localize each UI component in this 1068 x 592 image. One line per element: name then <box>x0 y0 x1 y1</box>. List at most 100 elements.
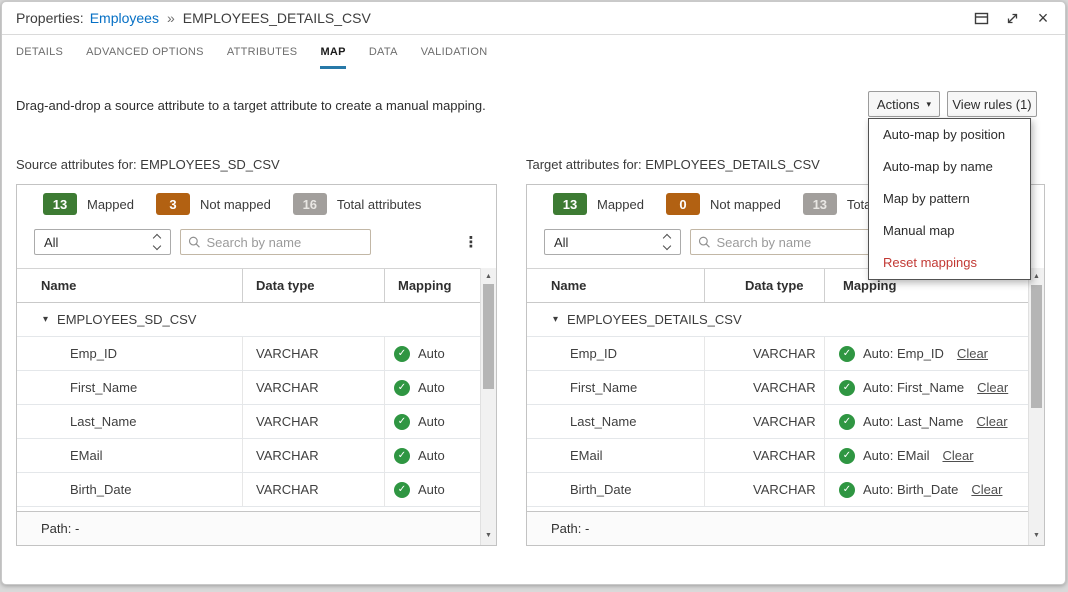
attribute-mapping: ✓ Auto <box>385 473 480 506</box>
table-row[interactable]: Emp_ID VARCHAR ✓ Auto: Emp_ID Clear <box>527 337 1028 371</box>
menu-item-automap-by-position[interactable]: Auto-map by position <box>869 119 1030 151</box>
attribute-data-type: VARCHAR <box>705 473 825 506</box>
vertical-scrollbar[interactable]: ▲ ▼ <box>480 268 496 545</box>
column-header-data-type[interactable]: Data type <box>705 269 825 302</box>
tab-map[interactable]: MAP <box>320 46 345 69</box>
filter-select[interactable]: All <box>544 229 681 255</box>
collapse-caret-icon[interactable]: ▾ <box>553 314 558 325</box>
table-row[interactable]: Emp_ID VARCHAR ✓ Auto <box>17 337 480 371</box>
search-icon <box>698 235 711 249</box>
menu-item-automap-by-name[interactable]: Auto-map by name <box>869 151 1030 183</box>
attribute-mapping: ✓ Auto: First_Name Clear <box>825 371 1028 404</box>
total-count-badge: 16 <box>293 193 327 215</box>
mapped-check-icon: ✓ <box>839 482 855 498</box>
table-row[interactable]: EMail VARCHAR ✓ Auto: EMail Clear <box>527 439 1028 473</box>
breadcrumb-separator: » <box>165 10 177 26</box>
mapped-check-icon: ✓ <box>839 448 855 464</box>
vertical-scrollbar[interactable]: ▲ ▼ <box>1028 268 1044 545</box>
attribute-data-type: VARCHAR <box>243 337 385 370</box>
attribute-mapping: ✓ Auto <box>385 439 480 472</box>
attribute-data-type: VARCHAR <box>705 337 825 370</box>
table-header: Name Data type Mapping <box>17 269 480 303</box>
maximize-icon[interactable] <box>1004 10 1020 26</box>
source-filter-row: All ⋮ <box>34 229 484 255</box>
clear-mapping-link[interactable]: Clear <box>977 380 1008 395</box>
view-rules-button[interactable]: View rules (1) <box>947 91 1037 117</box>
tab-bar: DETAILS ADVANCED OPTIONS ATTRIBUTES MAP … <box>2 35 1065 69</box>
attribute-name: Last_Name <box>527 405 705 438</box>
table-row[interactable]: EMail VARCHAR ✓ Auto <box>17 439 480 473</box>
scroll-down-icon[interactable]: ▼ <box>481 532 496 539</box>
search-box <box>180 229 371 255</box>
clear-mapping-link[interactable]: Clear <box>957 346 988 361</box>
actions-button[interactable]: Actions ▾ <box>868 91 940 117</box>
attribute-data-type: VARCHAR <box>243 439 385 472</box>
attribute-name: Last_Name <box>17 405 243 438</box>
table-row[interactable]: First_Name VARCHAR ✓ Auto: First_Name Cl… <box>527 371 1028 405</box>
table-row[interactable]: Birth_Date VARCHAR ✓ Auto <box>17 473 480 507</box>
column-header-name[interactable]: Name <box>17 269 243 302</box>
table-row[interactable]: Birth_Date VARCHAR ✓ Auto: Birth_Date Cl… <box>527 473 1028 507</box>
tab-attributes[interactable]: ATTRIBUTES <box>227 46 298 69</box>
clear-mapping-link[interactable]: Clear <box>976 414 1007 429</box>
dock-pane-icon[interactable] <box>973 10 989 26</box>
kebab-menu-icon[interactable]: ⋮ <box>460 229 482 255</box>
clear-mapping-link[interactable]: Clear <box>942 448 973 463</box>
total-count-badge: 13 <box>803 193 837 215</box>
filter-select[interactable]: All <box>34 229 171 255</box>
close-icon[interactable]: × <box>1035 10 1051 26</box>
tab-validation[interactable]: VALIDATION <box>421 46 488 69</box>
scrollbar-thumb[interactable] <box>1031 285 1042 408</box>
search-input[interactable] <box>717 235 873 250</box>
title-bar: Properties: Employees » EMPLOYEES_DETAIL… <box>2 2 1065 35</box>
tab-advanced-options[interactable]: ADVANCED OPTIONS <box>86 46 204 69</box>
attribute-name: Birth_Date <box>527 473 705 506</box>
menu-item-reset-mappings[interactable]: Reset mappings <box>869 247 1030 279</box>
table-row[interactable]: First_Name VARCHAR ✓ Auto <box>17 371 480 405</box>
menu-item-map-by-pattern[interactable]: Map by pattern <box>869 183 1030 215</box>
attribute-name: First_Name <box>17 371 243 404</box>
attribute-mapping: ✓ Auto: EMail Clear <box>825 439 1028 472</box>
window-controls: × <box>973 10 1051 26</box>
mapped-check-icon: ✓ <box>394 346 410 362</box>
source-attributes-table: Name Data type Mapping ▾ EMPLOYEES_SD_CS… <box>17 268 480 545</box>
scrollbar-thumb[interactable] <box>483 284 494 389</box>
title-object-name: EMPLOYEES_DETAILS_CSV <box>183 10 371 26</box>
select-spinner-icon <box>154 235 161 249</box>
total-label: Total attributes <box>337 197 422 212</box>
attribute-name: Birth_Date <box>17 473 243 506</box>
mapped-check-icon: ✓ <box>394 448 410 464</box>
mapped-check-icon: ✓ <box>394 414 410 430</box>
collapse-caret-icon[interactable]: ▾ <box>43 314 48 325</box>
attribute-data-type: VARCHAR <box>705 439 825 472</box>
not-mapped-label: Not mapped <box>200 197 271 212</box>
clear-mapping-link[interactable]: Clear <box>971 482 1002 497</box>
table-row[interactable]: Last_Name VARCHAR ✓ Auto <box>17 405 480 439</box>
attribute-mapping: ✓ Auto <box>385 337 480 370</box>
source-attributes-panel: 13 Mapped 3 Not mapped 16 Total attribut… <box>16 184 497 546</box>
scroll-down-icon[interactable]: ▼ <box>1029 532 1044 539</box>
search-icon <box>188 235 201 249</box>
column-header-mapping[interactable]: Mapping <box>385 269 480 302</box>
attribute-data-type: VARCHAR <box>243 473 385 506</box>
source-stats-row: 13 Mapped 3 Not mapped 16 Total attribut… <box>43 193 443 215</box>
search-input[interactable] <box>207 235 363 250</box>
scroll-up-icon[interactable]: ▲ <box>481 273 496 280</box>
attribute-name: Emp_ID <box>17 337 243 370</box>
attribute-name: EMail <box>17 439 243 472</box>
table-group-row[interactable]: ▾ EMPLOYEES_SD_CSV <box>17 303 480 337</box>
table-row[interactable]: Last_Name VARCHAR ✓ Auto: Last_Name Clea… <box>527 405 1028 439</box>
breadcrumb-link[interactable]: Employees <box>90 10 159 26</box>
scroll-up-icon[interactable]: ▲ <box>1029 273 1044 280</box>
attribute-mapping: ✓ Auto: Birth_Date Clear <box>825 473 1028 506</box>
column-header-data-type[interactable]: Data type <box>243 269 385 302</box>
table-group-row[interactable]: ▾ EMPLOYEES_DETAILS_CSV <box>527 303 1028 337</box>
column-header-name[interactable]: Name <box>527 269 705 302</box>
menu-item-manual-map[interactable]: Manual map <box>869 215 1030 247</box>
tab-details[interactable]: DETAILS <box>16 46 63 69</box>
page-title: Properties: Employees » EMPLOYEES_DETAIL… <box>16 10 371 26</box>
chevron-down-icon: ▾ <box>927 99 932 109</box>
tab-data[interactable]: DATA <box>369 46 398 69</box>
attribute-name: EMail <box>527 439 705 472</box>
attribute-mapping: ✓ Auto: Last_Name Clear <box>825 405 1028 438</box>
